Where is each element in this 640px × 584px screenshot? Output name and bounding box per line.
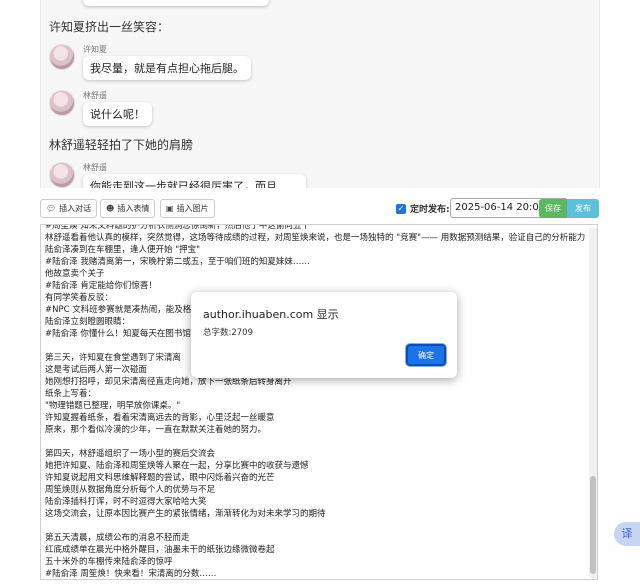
translate-button[interactable]: 译 [614, 522, 640, 546]
editor-line: 原来，那个看似冷漠的少年，一直在默默关注着她的努力。 [45, 425, 267, 435]
publish-button[interactable]: 发布 [567, 199, 599, 218]
editor-line: 这场交流会，让原本因比赛产生的紧张情绪，渐渐转化为对未来学习的期待 [45, 509, 326, 519]
chat-icon: 💬︎ [46, 204, 57, 213]
insert-image-label: 插入图片 [176, 204, 209, 213]
image-icon: ▣ [166, 204, 174, 213]
editor-line: 纸条上写着： [45, 389, 97, 399]
alert-dialog: author.ihuaben.com 显示 总字数:2709 确定 [191, 292, 457, 378]
insert-dialogue-label: 插入对话 [59, 204, 92, 213]
scheduled-publish-checkbox[interactable]: ✓ [396, 203, 406, 214]
editor-line: 第四天，林舒遥组织了一场小型的赛后交流会 [45, 449, 216, 459]
message-bubble: 说什么呢！ [83, 102, 152, 126]
scheduled-publish: ✓ 定时发布: [396, 202, 450, 215]
chat-message: 林舒遥 你能走到这一步就已经很厉害了，而且…… [49, 162, 549, 188]
emoji-icon: ☻ [106, 204, 115, 213]
editor-line: 他故意卖个关子 [45, 269, 105, 279]
speaker-name: 林舒遥 [83, 91, 107, 100]
editor-line: "物理错题已整理，明早放你课桌。" [45, 401, 181, 411]
editor-line: 林舒遥看着他认真的模样，突然觉得，这场等待成绩的过程，对周笙焕来说，也是一场独特… [45, 233, 586, 243]
chat-message: 林舒遥 说什么呢！ [49, 90, 549, 126]
ok-button[interactable]: 确定 [406, 344, 446, 366]
chat-preview: 许知夏挤出一丝笑容： 许知夏 我尽量，就是有点担心拖后腿。 林舒遥 说什么呢！ … [40, 0, 600, 188]
dialog-title: author.ihuaben.com 显示 [203, 308, 339, 321]
editor-line: #陆俞泽 我赌清离第一，宋晚柠第二或五，至于咱们班的知夏妹妹…… [45, 257, 310, 267]
dialog-message: 总字数:2709 [203, 328, 253, 338]
editor-line: 陆俞泽凑到在车棚里，逢人便开始 "押宝" [45, 245, 201, 255]
editor-text: #周笙煥 知来又料题的护分析衣侧洞您徐倒新，然后他于中这偷向五千林舒遥看着他认真… [45, 224, 586, 579]
editor-line: 许知夏说起用文科思维解释题的尝试，眼中闪烁着兴奋的光芒 [45, 473, 275, 483]
editor-toolbar: 💬︎ 插入对话 ☻ 插入表情 ▣ 插入图片 ✓ 定时发布: 2025-06-14… [40, 198, 600, 220]
scheduled-publish-label: 定时发布: [410, 205, 450, 215]
insert-image-button[interactable]: ▣ 插入图片 [160, 199, 215, 218]
chat-message: 许知夏 我尽量，就是有点担心拖后腿。 [49, 44, 549, 80]
editor-line: #陆俞泽 周笙焕！快来看！宋清离的分数…… [45, 569, 217, 579]
narration-2: 林舒遥轻轻拍了下她的肩膀 [49, 138, 194, 152]
editor-line: 许知夏握着纸条，看着宋清离远去的背影，心里泛起一丝暖意 [45, 413, 275, 423]
translate-icon: 译 [621, 527, 633, 540]
save-button[interactable]: 保存 [539, 199, 567, 218]
editor-line: 红底成绩单在晨光中格外醒目，油墨未干的纸张边缘微微卷起 [45, 545, 275, 555]
content-editor[interactable]: #周笙煥 知来又料题的护分析衣侧洞您徐倒新，然后他于中这偷向五千林舒遥看着他认真… [40, 224, 598, 580]
editor-scroll-thumb[interactable] [590, 476, 596, 574]
avatar [49, 44, 75, 70]
editor-line: 五十米外的车棚传来陆俞泽的惊呼 [45, 557, 173, 567]
avatar [49, 90, 75, 116]
speaker-name: 许知夏 [83, 45, 107, 54]
insert-emoji-button[interactable]: ☻ 插入表情 [100, 199, 156, 218]
avatar [49, 162, 75, 188]
editor-line: #陆俞泽 肯定能给你们惊喜！ [45, 281, 157, 291]
message-bubble: 你能走到这一步就已经很厉害了，而且…… [83, 174, 306, 188]
editor-line: 陆俞泽插科打诨，时不时逗得大家哈哈大笑 [45, 497, 207, 507]
partial-bubble [83, 0, 269, 6]
editor-line: 第五天清晨，成绩公布的消息不胫而走 [45, 533, 190, 543]
message-bubble: 我尽量，就是有点担心拖后腿。 [83, 56, 251, 80]
speaker-name: 林舒遥 [83, 163, 107, 172]
insert-dialogue-button[interactable]: 💬︎ 插入对话 [40, 199, 98, 218]
narration-1: 许知夏挤出一丝笑容： [49, 20, 170, 34]
insert-emoji-label: 插入表情 [117, 204, 150, 213]
editor-line: #周笙煥 知来又料题的护分析衣侧洞您徐倒新，然后他于中这偷向五千 [45, 224, 310, 231]
editor-line: 周笙焕则从数据角度分析每个人的优势与不足 [45, 485, 216, 495]
editor-line: 她把许知夏、陆俞泽和周笙焕等人聚在一起，分享比赛中的收获与遗憾 [45, 461, 309, 471]
